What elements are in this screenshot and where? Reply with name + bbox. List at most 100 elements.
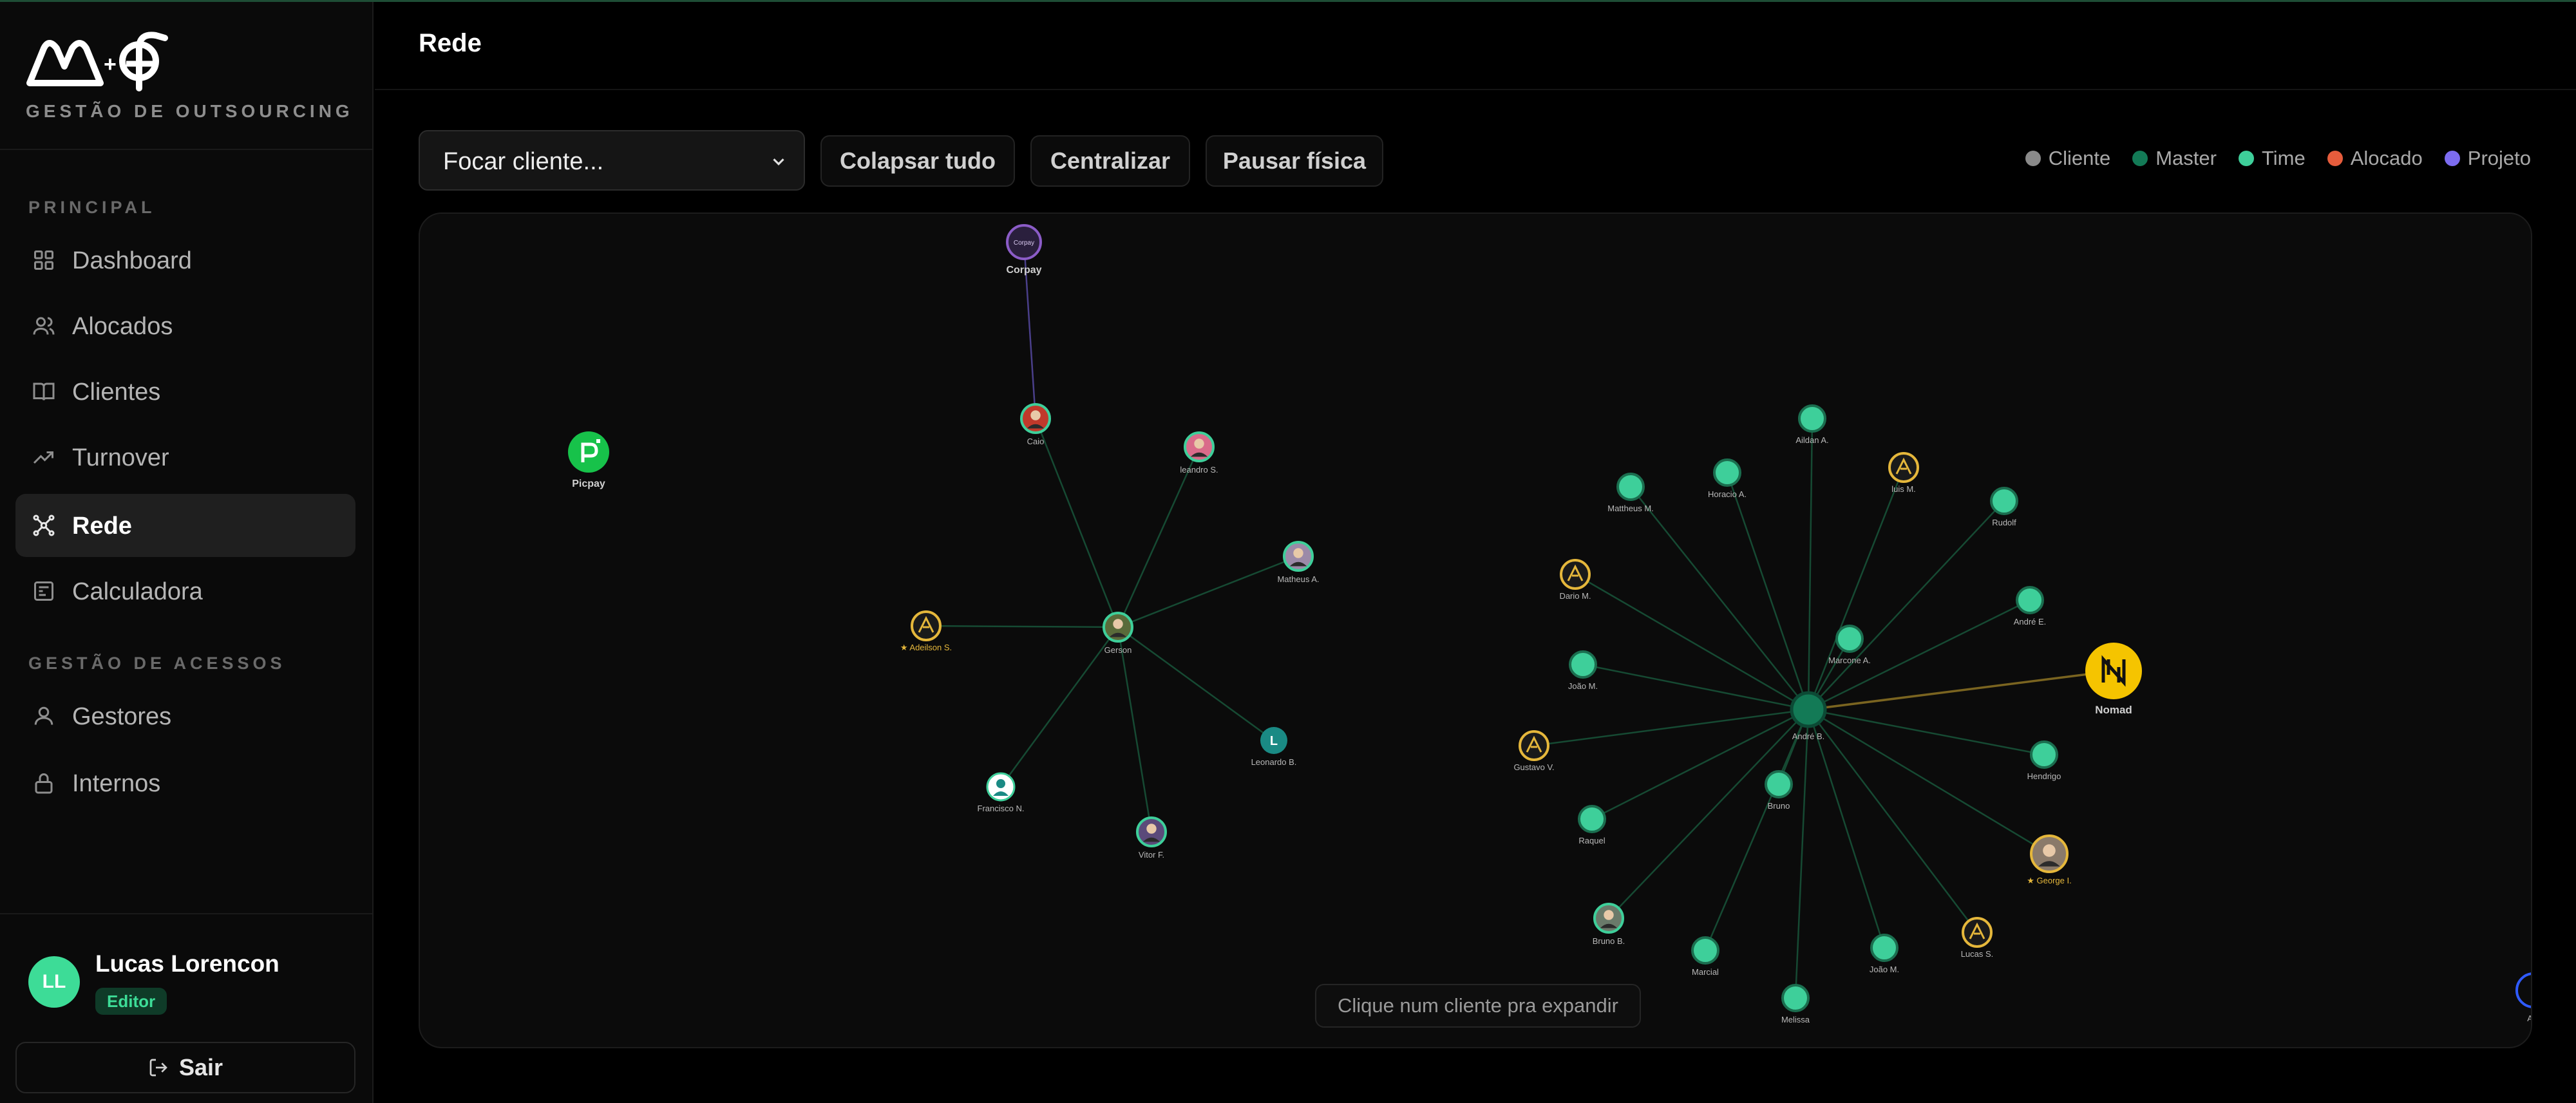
node-label: Mattheus M. [1607, 504, 1654, 513]
sidebar-item-label: Dashboard [72, 247, 192, 274]
graph-node-aildan[interactable]: Aildan A. [1795, 404, 1829, 445]
graph-node-hendrigo[interactable]: Hendrigo [2027, 740, 2061, 781]
graph-node-lucasS[interactable]: Lucas S. [1961, 917, 1994, 959]
graph-node-adeilson[interactable]: ★ Adeilson S. [900, 610, 952, 652]
graph-node-rudolf[interactable]: Rudolf [1990, 487, 2018, 527]
legend-dot-icon [2327, 151, 2343, 166]
legend-dot-icon [2025, 151, 2041, 166]
sidebar-item-rede[interactable]: Rede [15, 494, 355, 557]
graph-edge [1807, 467, 1905, 710]
legend-label: Projeto [2467, 147, 2531, 169]
graph-node-gerson[interactable]: Gerson [1103, 612, 1133, 655]
graph-node-brunoB[interactable]: Bruno B. [1593, 903, 1625, 946]
graph-node-bruno[interactable]: Bruno [1765, 770, 1793, 811]
node-label: ★ Adeilson S. [900, 643, 952, 652]
time-node-icon [1781, 984, 1810, 1012]
graph-node-luisM[interactable]: luis M. [1888, 452, 1919, 494]
graph-edges [925, 241, 2114, 999]
network-graph[interactable]: Corpay Corpay Picpay Nomad Aut Caio Gerson lean… [419, 212, 2532, 1048]
graph-edge [1794, 709, 1810, 999]
sidebar-item-gestores[interactable]: Gestores [15, 684, 355, 748]
sidebar-item-alocados[interactable]: Alocados [15, 294, 355, 357]
book-icon [33, 382, 55, 401]
legend-dot-icon [2444, 151, 2460, 166]
logout-label: Sair [178, 1054, 223, 1080]
time-node-icon [1990, 487, 2018, 515]
sidebar-item-dashboard[interactable]: Dashboard [15, 229, 355, 292]
node-label: Francisco N. [978, 804, 1025, 813]
graph-node-george[interactable]: ★ George I. [2027, 834, 2072, 885]
graph-node-marcone[interactable]: Marcone A. [1828, 625, 1871, 665]
graph-node-horacio[interactable]: Horacio A. [1708, 458, 1747, 499]
graph-edge [1808, 670, 2114, 711]
graph-edge [1808, 708, 2050, 855]
default-avatar-head-icon [996, 779, 1005, 788]
graph-node-marcial[interactable]: Marcial [1691, 936, 1719, 977]
focus-client-select[interactable]: Focar cliente... [419, 130, 805, 191]
graph-node-dario[interactable]: Dario M. [1559, 559, 1591, 601]
section-access-label: GESTÃO DE ACESSOS [28, 654, 286, 673]
graph-node-leonardo[interactable]: L Leonardo B. [1251, 727, 1297, 767]
face-icon [1030, 410, 1041, 420]
logout-button[interactable]: Sair [15, 1042, 355, 1093]
sidebar-item-label: Internos [72, 770, 161, 797]
role-badge: Editor [95, 988, 167, 1015]
graph-node-corpay[interactable]: Corpay Corpay [1006, 224, 1042, 276]
graph-node-nomad[interactable]: Nomad [2085, 643, 2142, 716]
sidebar: + GESTÃO DE OUTSOURCING PRINCIPAL Dashbo… [0, 2, 374, 1103]
graph-node-aut[interactable]: Aut [2515, 972, 2532, 1023]
sidebar-item-internos[interactable]: Internos [15, 751, 355, 815]
graph-node-andre[interactable]: André B. [1790, 691, 1827, 741]
lock-icon [35, 773, 53, 794]
time-node-icon [1765, 770, 1793, 798]
graph-edge [1630, 486, 1809, 710]
graph-node-andreE[interactable]: André E. [2014, 586, 2047, 627]
node-label: Gustavo V. [1513, 762, 1554, 772]
node-label: Nomad [2095, 704, 2132, 716]
graph-node-leandro[interactable]: leandro S. [1180, 431, 1218, 475]
node-label: Raquel [1578, 836, 1605, 845]
graph-node-picpay[interactable]: Picpay [568, 431, 609, 489]
graph-edge [1808, 500, 2005, 710]
time-node-icon [1713, 458, 1741, 487]
user-name: Lucas Lorencon [95, 950, 279, 977]
avatar[interactable]: LL [28, 956, 80, 1008]
user-card: LL Lucas Lorencon Editor Sair [0, 913, 372, 1103]
picpay-dot-icon [596, 439, 600, 443]
graph-node-joaoM2[interactable]: João M. [1870, 934, 1899, 974]
legend-item-projeto: Projeto [2444, 147, 2531, 170]
graph-node-gustavo[interactable]: Gustavo V. [1513, 730, 1555, 772]
collapse-all-button[interactable]: Colapsar tudo [820, 135, 1015, 187]
sidebar-item-turnover[interactable]: Turnover [15, 426, 355, 489]
sidebar-item-clientes[interactable]: Clientes [15, 360, 355, 423]
graph-edge [1117, 627, 1153, 833]
time-node-icon [1569, 650, 1597, 679]
graph-node-matheusA[interactable]: Matheus A. [1277, 541, 1320, 584]
brand-logo[interactable]: + GESTÃO DE OUTSOURCING [24, 29, 350, 126]
sidebar-item-calculadora[interactable]: Calculadora [15, 560, 355, 623]
face-icon [1113, 619, 1123, 629]
center-button[interactable]: Centralizar [1030, 135, 1190, 187]
graph-edge [999, 627, 1119, 787]
graph-canvas[interactable]: Corpay Corpay Picpay Nomad Aut Caio Gerson lean… [420, 214, 2532, 1048]
graph-node-raquel[interactable]: Raquel [1578, 805, 1606, 845]
legend-item-cliente: Cliente [2025, 147, 2110, 170]
graph-edge [1608, 709, 1809, 919]
graph-node-caio[interactable]: Caio [1020, 403, 1051, 446]
graph-node-matheusM[interactable]: Mattheus M. [1607, 473, 1654, 513]
graph-node-melissa[interactable]: Melissa [1781, 984, 1810, 1024]
node-label: Bruno B. [1593, 936, 1625, 946]
sidebar-item-label: Alocados [72, 313, 173, 340]
graph-node-francisco[interactable]: Francisco N. [978, 772, 1025, 813]
client-logo-icon [2515, 972, 2531, 1008]
master-node-icon [1790, 691, 1827, 728]
node-label: André E. [2014, 617, 2047, 627]
legend-dot-icon [2238, 151, 2254, 166]
graph-node-joaoM1[interactable]: João M. [1568, 650, 1598, 691]
node-label: Marcone A. [1828, 655, 1871, 665]
graph-node-vitor[interactable]: Vitor F. [1136, 816, 1167, 860]
svg-text:+: + [104, 52, 117, 77]
pause-physics-button[interactable]: Pausar física [1206, 135, 1383, 187]
trending-up-icon [33, 451, 53, 464]
top-accent-line [0, 0, 2576, 2]
